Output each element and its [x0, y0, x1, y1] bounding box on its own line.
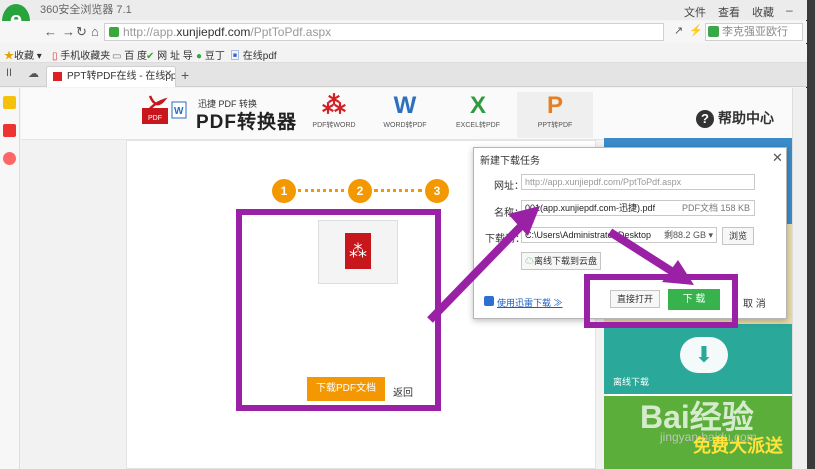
svg-text:W: W — [174, 106, 184, 117]
annotation-box-dialog-buttons — [584, 274, 738, 328]
save-path-value: C:\Users\Administrator\Desktop — [525, 230, 652, 240]
brand-name: PDF转换器 — [196, 112, 298, 133]
favorites-label: 收藏 — [14, 51, 34, 62]
secure-icon — [109, 27, 119, 37]
step-3: 3 — [425, 179, 449, 203]
share-icon[interactable]: ↗ — [674, 24, 683, 37]
cloud-download-icon: ⬇ — [680, 337, 728, 373]
fav-item-label: 在线pdf — [242, 51, 277, 62]
url-prefix: http://app. — [123, 25, 177, 39]
fav-item-label: 手机收藏夹 — [60, 51, 111, 62]
xunlei-icon — [484, 296, 494, 306]
fav-item-nav[interactable]: ✔ 网 址 导 — [146, 47, 193, 62]
sidebar-mail-icon[interactable] — [3, 152, 16, 165]
annotation-box-download — [236, 209, 441, 411]
url-domain: xunjiepdf.com — [176, 25, 251, 39]
xunlei-download-link[interactable]: 使用迅雷下载 ≫ — [497, 296, 563, 309]
pdf-acrobat-icon: ⁂ — [322, 92, 346, 119]
pdf-converter-logo-icon: PDF W — [142, 95, 187, 124]
file-info: PDF文档 158 KB — [681, 203, 750, 213]
free-space-value: 剩88.2 GB — [663, 230, 706, 240]
save-to-label: 下载到： — [485, 234, 525, 245]
cloud-download-button[interactable]: ☁离线下载到云盘 — [521, 252, 601, 270]
left-sidebar — [0, 88, 20, 469]
menu-file[interactable]: 文件 — [684, 4, 706, 20]
nav-excel-to-pdf[interactable]: X EXCEL转PDF — [440, 92, 516, 138]
download-url-field[interactable]: http://app.xunjiepdf.com/PptToPdf.aspx — [521, 174, 755, 190]
search-engine-icon — [708, 26, 719, 37]
url-label: 网址： — [494, 181, 524, 192]
url-path: /PptToPdf.aspx — [250, 25, 332, 39]
xunlei-label: 使用迅雷下载 — [497, 298, 552, 308]
new-tab-icon[interactable]: + — [181, 67, 189, 83]
browse-button[interactable]: 浏览 — [722, 227, 754, 245]
fav-item-label: 百 度 — [124, 51, 148, 62]
help-center-link[interactable]: ? 帮助中心 — [696, 108, 774, 128]
sidebar-weibo-icon[interactable] — [3, 124, 16, 137]
fav-item-label: 网 址 导 — [157, 51, 193, 62]
save-path-select[interactable]: C:\Users\Administrator\Desktop 剩88.2 GB … — [521, 227, 717, 243]
nav-label: PPT转PDF — [537, 122, 573, 129]
step-connector — [374, 189, 422, 192]
fav-item-pdf[interactable]: ▣ 在线pdf — [230, 47, 277, 62]
tab-ppt-to-pdf[interactable]: PPT转PDF在线 - 在线ppt — [46, 66, 176, 87]
home-icon[interactable]: ⌂ — [91, 24, 99, 39]
back-arrow-icon[interactable]: ← — [44, 24, 57, 39]
search-placeholder: 李克强亚欧行 — [722, 26, 788, 38]
fav-item-mobile[interactable]: ▯ 手机收藏夹 — [52, 47, 110, 62]
favorites-menu[interactable]: ★收藏 ▾ — [4, 47, 42, 62]
nav-label: EXCEL转PDF — [456, 122, 500, 129]
nav-word-to-pdf[interactable]: W WORD转PDF — [367, 92, 443, 138]
browser-title: 360安全浏览器 7.1 — [40, 4, 132, 16]
cloud-tab-icon[interactable]: ☁ — [28, 67, 39, 80]
step-1: 1 — [272, 179, 296, 203]
page-scrollbar[interactable] — [792, 88, 807, 469]
lightning-icon[interactable]: ⚡ — [689, 24, 703, 37]
search-input[interactable]: 李克强亚欧行 — [705, 23, 803, 41]
filename-value: 001(app.xunjiepdf.com-迅捷).pdf — [525, 203, 656, 213]
name-label: 名称： — [494, 208, 524, 219]
offline-download-label: 离线下载 — [613, 377, 650, 387]
nav-pdf-to-word[interactable]: ⁂ PDF转WORD — [296, 92, 372, 138]
menu-favorites[interactable]: 收藏 — [752, 4, 774, 20]
nav-label: WORD转PDF — [383, 122, 427, 129]
tab-label: PPT转PDF在线 - 在线ppt — [67, 71, 176, 82]
nav-label: PDF转WORD — [312, 122, 356, 129]
help-label: 帮助中心 — [718, 110, 774, 126]
fav-item-label: 豆丁 — [204, 51, 225, 62]
cancel-button[interactable]: 取 消 — [743, 295, 766, 310]
minimize-icon[interactable]: – — [786, 3, 793, 17]
filename-field[interactable]: 001(app.xunjiepdf.com-迅捷).pdf PDF文档 158 … — [521, 200, 755, 216]
excel-icon: X — [469, 92, 486, 119]
free-space: 剩88.2 GB ▾ — [660, 228, 716, 242]
step-connector — [298, 189, 344, 192]
close-tab-icon[interactable]: ✕ — [164, 69, 172, 80]
url-input[interactable]: http://app.xunjiepdf.com/PptToPdf.aspx — [104, 23, 664, 41]
dialog-close-icon[interactable]: ✕ — [772, 150, 783, 166]
tab-list-icon[interactable]: ⅠⅠ — [6, 68, 12, 79]
svg-text:PDF: PDF — [148, 115, 162, 122]
ppt-icon: P — [546, 92, 563, 119]
sidebar-star-icon[interactable] — [3, 96, 16, 109]
word-icon: W — [393, 92, 417, 119]
cloud-download-label: 离线下载到云盘 — [534, 256, 598, 266]
refresh-icon[interactable]: ↻ — [76, 24, 87, 40]
forward-arrow-icon[interactable]: → — [62, 24, 75, 39]
promo-text: 免费大派送 — [693, 436, 783, 456]
fav-item-docin[interactable]: ● 豆丁 — [196, 47, 225, 62]
fav-item-baidu[interactable]: ▭ 百 度 — [112, 47, 147, 62]
step-2: 2 — [348, 179, 372, 203]
dialog-title: 新建下载任务 — [480, 156, 540, 167]
help-icon: ? — [696, 110, 714, 128]
nav-ppt-to-pdf[interactable]: P PPT转PDF — [517, 92, 593, 138]
cloud-icon: ☁ — [524, 256, 534, 266]
menu-view[interactable]: 查看 — [718, 4, 740, 20]
pdf-favicon-icon — [53, 72, 62, 81]
